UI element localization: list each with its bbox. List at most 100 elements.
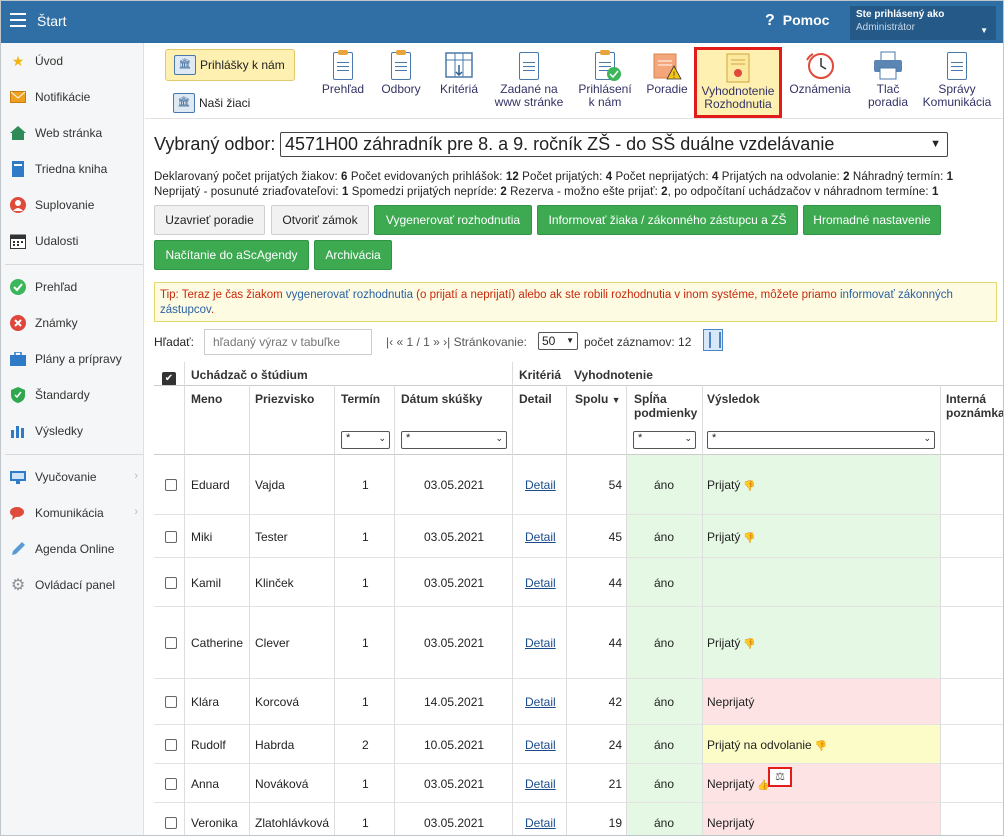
- hromadne-nastavenie-button[interactable]: Hromadné nastavenie: [803, 205, 941, 235]
- poradie-button[interactable]: ! Poradie: [643, 51, 691, 115]
- sidebar-item-uvod[interactable]: ★ Úvod: [1, 43, 144, 79]
- sidebar-item-vyucovanie[interactable]: Vyučovanie ›: [1, 459, 144, 495]
- sidebar-item-znamky[interactable]: Známky: [1, 305, 144, 341]
- group-header-vyhodnotenie: Vyhodnotenie: [574, 368, 653, 382]
- oznamenia-button[interactable]: Oznámenia: [785, 51, 855, 115]
- prihlaseni-button[interactable]: Prihlásení k nám: [573, 50, 637, 115]
- cell-vysledok: Prijatý na odvolanie 👎: [707, 738, 828, 752]
- col-vysledok[interactable]: Výsledok: [707, 392, 760, 406]
- table-row[interactable]: Klára Korcová 1 14.05.2021 Detail 42 áno Neprij…: [154, 679, 1003, 725]
- sidebar-item-udalosti[interactable]: Udalosti: [1, 223, 144, 259]
- col-splna[interactable]: Spĺňa podmienky: [634, 392, 697, 420]
- sidebar-item-web-stranka[interactable]: Web stránka: [1, 115, 144, 151]
- search-input[interactable]: [204, 329, 372, 355]
- prehlad-button[interactable]: Prehľad: [319, 50, 367, 115]
- kriteria-button[interactable]: Kritériá: [435, 51, 483, 115]
- row-checkbox[interactable]: [165, 817, 177, 829]
- col-spolu[interactable]: Spolu ▼: [575, 392, 621, 406]
- table-row[interactable]: Kamil Klinček 1 03.05.2021 Detail 44 áno: [154, 558, 1003, 607]
- cell-vysledok: Prijatý 👎: [707, 478, 756, 492]
- nacitanie-ascagendy-button[interactable]: Načítanie do aScAgendy: [154, 240, 309, 270]
- sidebar-item-agenda-online[interactable]: Agenda Online: [1, 531, 144, 567]
- row-checkbox[interactable]: [165, 696, 177, 708]
- otvorit-zamok-button[interactable]: Otvoriť zámok: [271, 205, 369, 235]
- sidebar-item-vysledky[interactable]: Výsledky: [1, 413, 144, 449]
- detail-link[interactable]: Detail: [525, 777, 556, 791]
- col-datum[interactable]: Dátum skúšky: [401, 392, 482, 406]
- archivacia-button[interactable]: Archivácia: [314, 240, 392, 270]
- table-row[interactable]: Eduard Vajda 1 03.05.2021 Detail 54 áno Prijatý…: [154, 455, 1003, 515]
- sidebar-item-ovladaci-panel[interactable]: ⚙ Ovládací panel: [1, 567, 144, 603]
- document-icon: [513, 51, 545, 81]
- cell-splna: áno: [654, 478, 675, 492]
- row-checkbox[interactable]: [165, 637, 177, 649]
- clipboard-eye-icon: [327, 50, 359, 81]
- thumb-down-icon[interactable]: 👎: [815, 741, 827, 752]
- col-priezvisko[interactable]: Priezvisko: [255, 392, 314, 406]
- thumb-down-icon[interactable]: 👎: [743, 481, 755, 492]
- tip-link-informovat[interactable]: informovať zákonných: [840, 289, 953, 301]
- detail-link[interactable]: Detail: [525, 576, 556, 590]
- columns-icon[interactable]: [703, 329, 723, 351]
- odbory-button[interactable]: Odbory: [377, 50, 425, 115]
- vygenerovat-rozhodnutia-button[interactable]: Vygenerovať rozhodnutia: [374, 205, 532, 235]
- sidebar-item-prehlad[interactable]: Prehľad: [1, 269, 144, 305]
- tip-link-vygenerovat[interactable]: vygenerovať rozhodnutia: [286, 289, 413, 301]
- page-size-select[interactable]: 50 ▼: [538, 332, 578, 350]
- tip-link-zastupcov[interactable]: zástupcov: [160, 304, 211, 316]
- app-title[interactable]: Štart: [37, 13, 67, 29]
- detail-link[interactable]: Detail: [525, 636, 556, 650]
- uzavriet-poradie-button[interactable]: Uzavrieť poradie: [154, 205, 265, 235]
- row-checkbox[interactable]: [165, 531, 177, 543]
- user-menu[interactable]: Ste prihlásený ako Administrátor ▼: [850, 6, 996, 40]
- col-interna-poznamka[interactable]: Interná poznámka: [946, 392, 1003, 420]
- filter-splna[interactable]: * ⌄: [633, 431, 696, 449]
- col-meno[interactable]: Meno: [191, 392, 222, 406]
- check-icon: [9, 278, 27, 296]
- table-row[interactable]: Anna Nováková 1 03.05.2021 Detail 21 áno Neprij…: [154, 764, 1003, 803]
- cell-splna: áno: [654, 576, 675, 590]
- detail-link[interactable]: Detail: [525, 530, 556, 544]
- thumb-down-icon[interactable]: 👎: [743, 639, 755, 650]
- sidebar-item-komunikacia[interactable]: Komunikácia ›: [1, 495, 144, 531]
- informovat-ziaka-button[interactable]: Informovať žiaka / zákonného zástupcu a …: [537, 205, 798, 235]
- table-row[interactable]: Veronika Zlatohlávková 1 03.05.2021 Detail 19…: [154, 803, 1003, 835]
- sidebar-item-plany[interactable]: Plány a prípravy: [1, 341, 144, 377]
- tlac-poradia-button[interactable]: Tlač poradia: [861, 51, 915, 115]
- thumb-down-icon[interactable]: 👎: [743, 533, 755, 544]
- sidebar-item-label: Štandardy: [35, 388, 90, 402]
- detail-link[interactable]: Detail: [525, 816, 556, 830]
- detail-link[interactable]: Detail: [525, 695, 556, 709]
- detail-link[interactable]: Detail: [525, 738, 556, 752]
- select-all-checkbox[interactable]: ✔: [162, 372, 176, 386]
- filter-vysledok[interactable]: * ⌄: [707, 431, 935, 449]
- detail-link[interactable]: Detail: [525, 478, 556, 492]
- table-row[interactable]: Rudolf Habrda 2 10.05.2021 Detail 24 áno Prijat…: [154, 725, 1003, 764]
- column-divider: [394, 385, 395, 835]
- table-row[interactable]: Catherine Clever 1 03.05.2021 Detail 44 áno Pri…: [154, 607, 1003, 679]
- zadane-na-www-button[interactable]: Zadané na www stránke: [491, 51, 567, 115]
- sidebar-item-suplovanie[interactable]: Suplovanie: [1, 187, 144, 223]
- row-checkbox[interactable]: [165, 479, 177, 491]
- filter-termin[interactable]: * ⌄: [341, 431, 390, 449]
- scale-icon[interactable]: ⚖: [768, 767, 792, 787]
- sidebar-item-standardy[interactable]: Štandardy: [1, 377, 144, 413]
- prihlasky-button[interactable]: 🏛 Prihlášky k nám: [165, 49, 295, 81]
- row-checkbox[interactable]: [165, 739, 177, 751]
- row-checkbox[interactable]: [165, 577, 177, 589]
- spravy-komunikacia-button[interactable]: Správy Komunikácia: [919, 51, 995, 115]
- odbor-select[interactable]: 4571H00 záhradník pre 8. a 9. ročník ZŠ …: [280, 132, 948, 157]
- table-row[interactable]: Miki Tester 1 03.05.2021 Detail 45 áno Prijatý 👎: [154, 515, 1003, 558]
- row-checkbox[interactable]: [165, 778, 177, 790]
- toolbar: 🏛 Prihlášky k nám 🏛 Naši žiaci Prehľad Odb…: [145, 43, 1003, 119]
- group-header-uchadzac: Uchádzač o štúdium: [191, 368, 308, 382]
- vyhodnotenie-rozhodnutia-button[interactable]: Vyhodnotenie Rozhodnutia: [694, 47, 782, 118]
- hamburger-menu-icon[interactable]: [10, 13, 26, 27]
- filter-datum[interactable]: * ⌄: [401, 431, 507, 449]
- help-button[interactable]: ? Pomoc: [765, 12, 829, 30]
- sidebar-item-triedna-kniha[interactable]: Triedna kniha: [1, 151, 144, 187]
- pager[interactable]: |‹ « 1 / 1 » ›| Stránkovanie:: [386, 335, 527, 349]
- nasi-ziaci-button[interactable]: 🏛 Naši žiaci: [165, 87, 295, 119]
- sidebar-item-notifikacie[interactable]: Notifikácie: [1, 79, 144, 115]
- col-termin[interactable]: Termín: [341, 392, 380, 406]
